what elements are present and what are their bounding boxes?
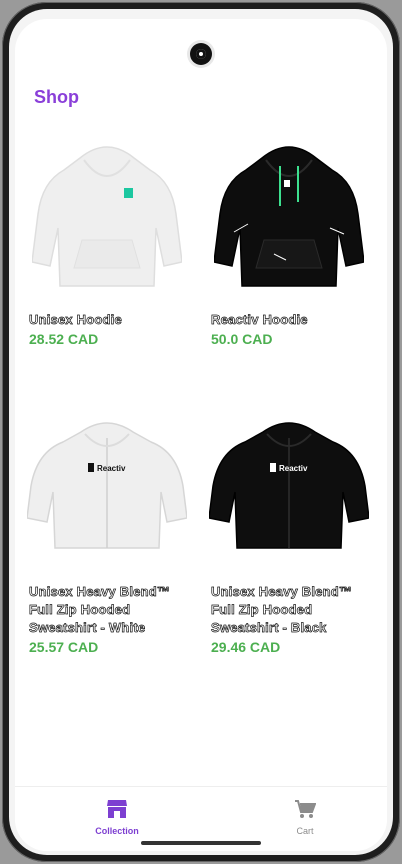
- black-zip-hoodie-icon: Reactiv: [201, 403, 377, 573]
- brand-logo-text: Reactiv: [97, 464, 126, 473]
- white-hoodie-icon: [19, 131, 195, 301]
- product-card[interactable]: Reactiv Hoodie 50.0 CAD: [201, 131, 377, 347]
- white-zip-hoodie-icon: Reactiv: [19, 403, 195, 573]
- product-price: 50.0 CAD: [211, 331, 273, 347]
- app-screen: Shop Unisex Hoodie 28.52 CAD Reactiv Hoo…: [15, 19, 387, 851]
- brand-logo-text: Reactiv: [279, 464, 308, 473]
- product-price: 28.52 CAD: [29, 331, 99, 347]
- phone-frame: Shop Unisex Hoodie 28.52 CAD Reactiv Hoo…: [2, 2, 400, 862]
- product-price: 25.57 CAD: [29, 639, 99, 655]
- product-name: Reactiv Hoodie: [211, 312, 308, 328]
- front-camera-icon: [190, 43, 212, 65]
- product-card[interactable]: Unisex Hoodie 28.52 CAD: [19, 131, 195, 347]
- tab-cart[interactable]: Cart: [260, 799, 350, 836]
- product-price: 29.46 CAD: [211, 639, 281, 655]
- black-hoodie-icon: [201, 131, 377, 301]
- product-name: Unisex Heavy Blend™ Full Zip Hooded Swea…: [29, 584, 171, 636]
- product-name: Unisex Heavy Blend™ Full Zip Hooded Swea…: [211, 584, 353, 636]
- tab-collection[interactable]: Collection: [72, 799, 162, 836]
- cart-icon: [295, 800, 317, 818]
- product-card[interactable]: Reactiv Unisex Heavy Blend™ Full Zip Hoo…: [201, 403, 377, 655]
- product-name: Unisex Hoodie: [29, 312, 122, 328]
- page-title: Shop: [34, 87, 79, 107]
- storefront-icon: [107, 800, 127, 818]
- tab-collection-label: Collection: [95, 826, 139, 836]
- product-card[interactable]: Reactiv Unisex Heavy Blend™ Full Zip Hoo…: [19, 403, 195, 655]
- tab-cart-label: Cart: [296, 826, 314, 836]
- bottom-tab-bar: Collection Cart: [15, 786, 387, 851]
- phone-bezel: Shop Unisex Hoodie 28.52 CAD Reactiv Hoo…: [9, 9, 393, 855]
- home-indicator[interactable]: [141, 841, 261, 845]
